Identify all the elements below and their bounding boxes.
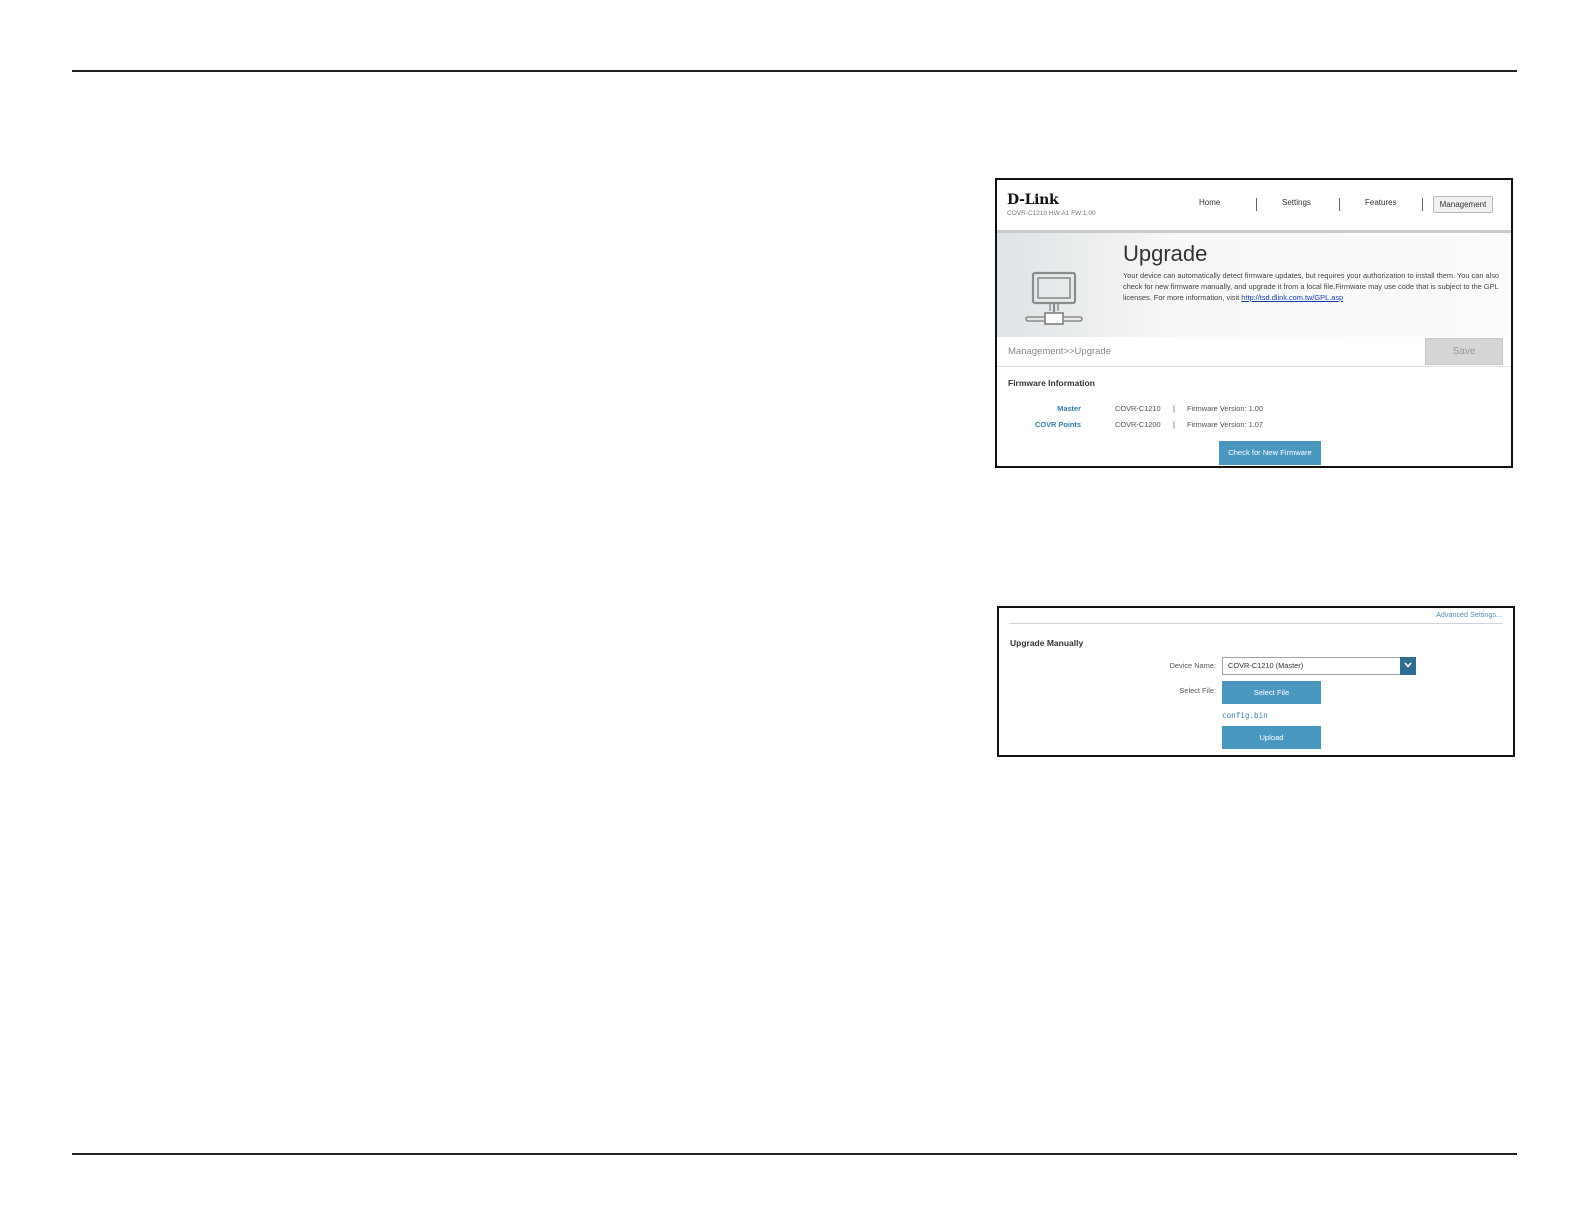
nav-settings[interactable]: Settings <box>1282 198 1311 207</box>
firmware-row-version: Firmware Version: 1.00 <box>1187 404 1263 413</box>
save-button[interactable]: Save <box>1425 338 1503 365</box>
firmware-row-label: Master <box>1057 404 1081 413</box>
breadcrumb: Management>>Upgrade <box>1008 346 1111 357</box>
page-title: Upgrade <box>1123 241 1208 266</box>
dropdown-toggle[interactable] <box>1400 657 1416 675</box>
device-name-value: COVR-C1210 (Master) <box>1228 661 1304 670</box>
header: D-Link COVR-C1210 HW:A1 FW:1.00 Home Set… <box>997 180 1511 230</box>
advanced-settings-link[interactable]: Advanced Settings... <box>1436 610 1502 619</box>
select-file-label: Select File: <box>1179 686 1216 695</box>
device-name-select[interactable]: COVR-C1210 (Master) <box>1222 657 1416 675</box>
firmware-row-label: COVR Points <box>1035 420 1081 429</box>
check-new-firmware-button[interactable]: Check for New Firmware <box>1219 441 1321 465</box>
nav-home[interactable]: Home <box>1199 198 1220 207</box>
nav-management[interactable]: Management <box>1433 196 1493 213</box>
firmware-row-separator: | <box>1173 404 1175 413</box>
dlink-logo: D-Link <box>1007 192 1059 208</box>
firmware-row-version: Firmware Version: 1.07 <box>1187 420 1263 429</box>
breadcrumb-bar: Management>>Upgrade Save <box>997 337 1511 367</box>
chevron-down-icon <box>1404 662 1412 668</box>
top-rule <box>72 70 1517 72</box>
device-name-label: Device Name: <box>1169 661 1216 670</box>
upgrade-banner: Upgrade Your device can automatically de… <box>997 230 1511 337</box>
selected-file-name: config.bin <box>1222 711 1268 720</box>
gpl-link[interactable]: http://tsd.dlink.com.tw/GPL.asp <box>1241 293 1343 302</box>
model-line: COVR-C1210 HW:A1 FW:1.00 <box>1007 210 1096 217</box>
firmware-row-model: COVR-C1210 <box>1115 404 1161 413</box>
upgrade-manually-title: Upgrade Manually <box>1010 638 1084 648</box>
nav-separator <box>1422 198 1423 211</box>
upload-button[interactable]: Upload <box>1222 726 1321 749</box>
nav-separator <box>1339 198 1340 211</box>
upgrade-manually-screenshot: Advanced Settings... Upgrade Manually De… <box>997 606 1515 757</box>
bottom-rule <box>72 1153 1517 1155</box>
firmware-row-separator: | <box>1173 420 1175 429</box>
firmware-row-model: COVR-C1200 <box>1115 420 1161 429</box>
nav-separator <box>1256 198 1257 211</box>
firmware-info-title: Firmware Information <box>1008 378 1095 388</box>
select-file-button[interactable]: Select File <box>1222 681 1321 704</box>
divider <box>1009 623 1503 624</box>
upgrade-screenshot: D-Link COVR-C1210 HW:A1 FW:1.00 Home Set… <box>995 178 1513 468</box>
monitor-network-icon <box>1025 271 1083 325</box>
nav-features[interactable]: Features <box>1365 198 1397 207</box>
page-description: Your device can automatically detect fir… <box>1123 271 1500 302</box>
